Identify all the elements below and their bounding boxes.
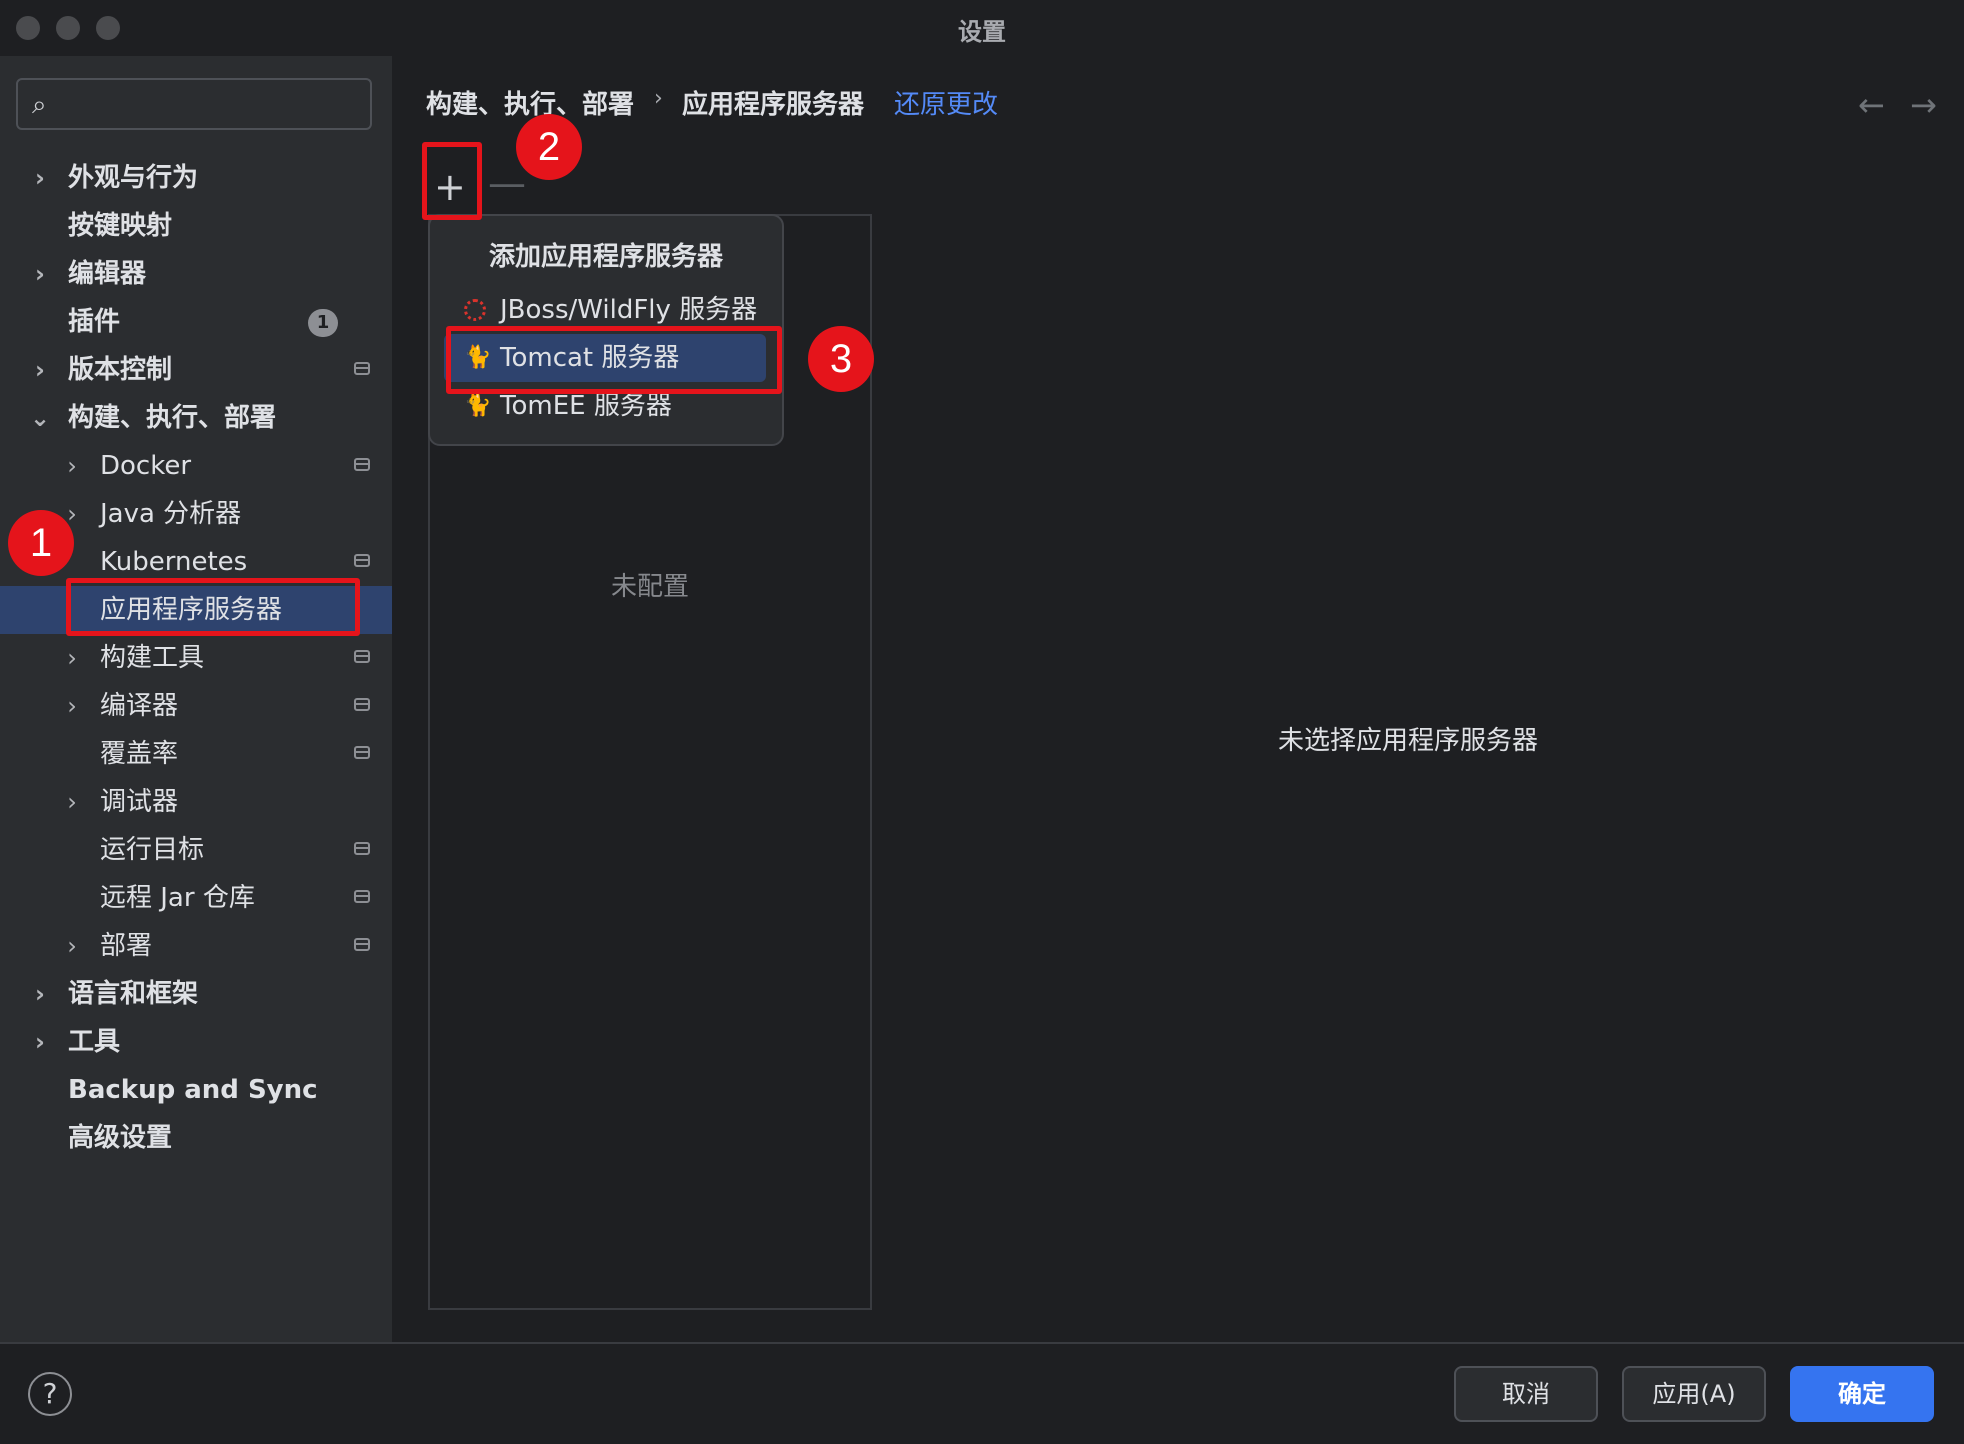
title-bar: 设置 <box>0 0 1964 56</box>
highlight-application-servers <box>66 578 360 636</box>
search-icon: ⌕ <box>32 90 47 120</box>
chevron-right-icon[interactable]: › <box>30 154 50 202</box>
chevron-right-icon[interactable]: › <box>62 682 82 730</box>
sidebar-item-run-targets[interactable]: 运行目标 <box>0 826 392 874</box>
project-scope-icon <box>354 362 370 375</box>
sidebar-item-compiler[interactable]: › 编译器 <box>0 682 392 730</box>
back-arrow-icon[interactable]: ← <box>1858 86 1885 124</box>
empty-list-text: 未配置 <box>610 572 689 602</box>
empty-detail-text: 未选择应用程序服务器 <box>1278 726 1539 756</box>
sidebar-item-backup-and-sync[interactable]: Backup and Sync <box>0 1066 392 1114</box>
sidebar-item-label: 插件 <box>68 307 121 337</box>
sidebar-item-label: 高级设置 <box>68 1123 173 1153</box>
sidebar-item-label: 调试器 <box>100 787 179 817</box>
chevron-right-icon[interactable]: › <box>62 442 82 490</box>
sidebar-item-tools[interactable]: › 工具 <box>0 1018 392 1066</box>
forward-arrow-icon[interactable]: → <box>1910 86 1937 124</box>
sidebar-item-label: 外观与行为 <box>68 163 199 193</box>
jboss-icon <box>464 299 486 321</box>
sidebar-item-debugger[interactable]: › 调试器 <box>0 778 392 826</box>
project-scope-icon <box>354 842 370 855</box>
breadcrumb-separator: › <box>654 86 663 111</box>
sidebar-item-label: 部署 <box>100 931 153 961</box>
sidebar-item-appearance[interactable]: › 外观与行为 <box>0 154 392 202</box>
cancel-button[interactable]: 取消 <box>1454 1366 1598 1422</box>
sidebar-item-label: 语言和框架 <box>68 979 199 1009</box>
chevron-down-icon[interactable]: ⌄ <box>30 394 50 442</box>
settings-sidebar: ⌕ › 外观与行为 按键映射 › 编辑器 插件 1 › 版本控制 ⌄ 构建、执行… <box>0 56 394 1342</box>
step-marker-1: 1 <box>8 510 74 576</box>
sidebar-item-label: Backup and Sync <box>68 1075 318 1105</box>
project-scope-icon <box>354 554 370 567</box>
highlight-tomcat-item <box>446 326 782 394</box>
settings-window: 设置 ⌕ › 外观与行为 按键映射 › 编辑器 插件 1 › 版本控制 ⌄ 构建… <box>0 0 1964 1444</box>
sidebar-item-label: 覆盖率 <box>100 739 179 769</box>
sidebar-item-label: 远程 Jar 仓库 <box>100 883 255 913</box>
sidebar-item-languages-frameworks[interactable]: › 语言和框架 <box>0 970 392 1018</box>
breadcrumb-parent[interactable]: 构建、执行、部署 <box>426 84 634 121</box>
project-scope-icon <box>354 650 370 663</box>
project-scope-icon <box>354 458 370 471</box>
chevron-right-icon[interactable]: › <box>62 922 82 970</box>
project-scope-icon <box>354 746 370 759</box>
highlight-add-button <box>422 142 482 220</box>
sidebar-item-label: Docker <box>100 451 192 481</box>
sidebar-item-keymap[interactable]: 按键映射 <box>0 202 392 250</box>
sidebar-item-label: 编译器 <box>100 691 179 721</box>
chevron-right-icon[interactable]: › <box>30 250 50 298</box>
sidebar-item-label: 构建、执行、部署 <box>68 403 277 433</box>
sidebar-item-version-control[interactable]: › 版本控制 <box>0 346 392 394</box>
step-marker-2: 2 <box>516 114 582 180</box>
sidebar-item-coverage[interactable]: 覆盖率 <box>0 730 392 778</box>
breadcrumb-current: 应用程序服务器 <box>682 90 865 120</box>
sidebar-item-editor[interactable]: › 编辑器 <box>0 250 392 298</box>
sidebar-item-label: 编辑器 <box>68 259 147 289</box>
sidebar-item-label: 运行目标 <box>100 835 205 865</box>
sidebar-item-docker[interactable]: › Docker <box>0 442 392 490</box>
chevron-right-icon[interactable]: › <box>62 778 82 826</box>
dialog-footer: ? 取消 应用(A) 确定 <box>0 1342 1964 1444</box>
sidebar-item-label: 构建工具 <box>100 643 205 673</box>
project-scope-icon <box>354 698 370 711</box>
sidebar-item-deployment[interactable]: › 部署 <box>0 922 392 970</box>
plugins-badge: 1 <box>308 309 338 337</box>
project-scope-icon <box>354 938 370 951</box>
sidebar-item-plugins[interactable]: 插件 1 <box>0 298 392 346</box>
sidebar-item-label: 版本控制 <box>68 355 173 385</box>
chevron-right-icon[interactable]: › <box>30 970 50 1018</box>
sidebar-item-label: 工具 <box>68 1027 121 1057</box>
sidebar-item-advanced-settings[interactable]: 高级设置 <box>0 1114 392 1162</box>
tomee-icon: 🐈 <box>464 393 492 418</box>
apply-button[interactable]: 应用(A) <box>1622 1366 1766 1422</box>
sidebar-item-build-execution-deployment[interactable]: ⌄ 构建、执行、部署 <box>0 394 392 442</box>
chevron-right-icon[interactable]: › <box>30 1018 50 1066</box>
ok-button[interactable]: 确定 <box>1790 1366 1934 1422</box>
sidebar-item-label: 按键映射 <box>68 211 173 241</box>
sidebar-item-label: Java 分析器 <box>100 499 242 529</box>
revert-changes-link[interactable]: 还原更改 <box>894 84 998 121</box>
popup-title: 添加应用程序服务器 <box>488 242 723 272</box>
sidebar-item-build-tools[interactable]: › 构建工具 <box>0 634 392 682</box>
step-marker-3: 3 <box>808 326 874 392</box>
remove-button[interactable]: — <box>488 164 526 202</box>
sidebar-item-remote-jar-repositories[interactable]: 远程 Jar 仓库 <box>0 874 392 922</box>
project-scope-icon <box>354 890 370 903</box>
help-button[interactable]: ? <box>28 1372 72 1416</box>
chevron-right-icon[interactable]: › <box>30 346 50 394</box>
window-title: 设置 <box>958 18 1006 46</box>
chevron-right-icon[interactable]: › <box>62 634 82 682</box>
search-input[interactable]: ⌕ <box>16 78 372 130</box>
